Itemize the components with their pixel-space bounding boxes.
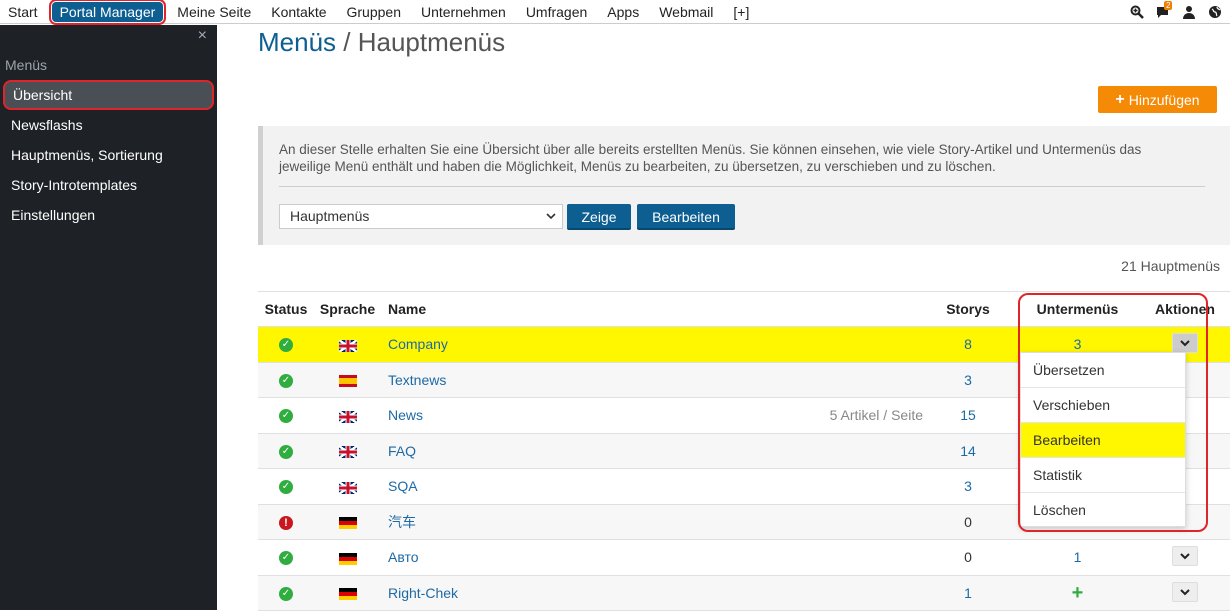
info-text: An dieser Stelle erhalten Sie eine Übers…	[279, 141, 1179, 175]
sidebar-item-hauptmenues-sortierung[interactable]: Hauptmenüs, Sortierung	[0, 140, 217, 170]
storys-count-link[interactable]: 8	[921, 336, 1015, 352]
menu-item-uebersetzen[interactable]: Übersetzen	[1021, 353, 1185, 388]
header-language: Sprache	[314, 301, 381, 317]
flag-gb-icon	[339, 446, 357, 458]
flag-de-icon	[339, 553, 357, 565]
menu-name-link[interactable]: News	[388, 407, 423, 423]
menu-item-loeschen[interactable]: Löschen	[1021, 493, 1185, 528]
add-button-label: Hinzufügen	[1129, 92, 1200, 108]
menu-item-statistik[interactable]: Statistik	[1021, 458, 1185, 493]
menu-name-link[interactable]: Авто	[381, 549, 921, 565]
sidebar-item-uebersicht[interactable]: Übersicht	[3, 80, 214, 110]
breadcrumb-separator: /	[336, 27, 358, 57]
status-ok-icon: ✓	[279, 338, 293, 352]
nav-kontakte[interactable]: Kontakte	[261, 0, 336, 24]
sidebar: × Menüs Übersicht Newsflashs Hauptmenüs,…	[0, 25, 217, 610]
submenus-count-link[interactable]: 3	[1015, 336, 1140, 352]
nav-gruppen[interactable]: Gruppen	[337, 0, 411, 24]
menu-name-link[interactable]: Company	[381, 336, 921, 352]
status-ok-icon: ✓	[279, 587, 293, 601]
table-row: ✓ Right-Chek 1 +	[258, 576, 1230, 611]
storys-count-link[interactable]: 15	[921, 407, 1015, 423]
status-ok-icon: ✓	[279, 445, 293, 459]
menu-item-bearbeiten[interactable]: Bearbeiten	[1021, 423, 1185, 458]
nav-unternehmen[interactable]: Unternehmen	[411, 0, 516, 24]
add-submenu-plus-icon[interactable]: +	[1072, 582, 1084, 604]
nav-apps[interactable]: Apps	[597, 0, 649, 24]
menu-name-link[interactable]: Right-Chek	[381, 585, 921, 601]
status-ok-icon: ✓	[279, 374, 293, 388]
menu-name-cell: News 5 Artikel / Seite	[381, 407, 921, 423]
nav-more[interactable]: [+]	[723, 0, 759, 24]
user-icon[interactable]	[1182, 5, 1196, 19]
menu-note: 5 Artikel / Seite	[830, 407, 923, 423]
top-navigation-bar: Start Portal Manager Meine Seite Kontakt…	[0, 0, 1230, 24]
show-button[interactable]: Zeige	[567, 204, 631, 230]
nav-webmail[interactable]: Webmail	[649, 0, 723, 24]
close-icon[interactable]: ×	[198, 27, 207, 45]
add-button[interactable]: + Hinzufügen	[1098, 86, 1217, 113]
sidebar-menu: Übersicht Newsflashs Hauptmenüs, Sortier…	[0, 80, 217, 230]
storys-count: 0	[921, 549, 1015, 565]
plus-icon: +	[1115, 93, 1124, 107]
breadcrumb-current: Hauptmenüs	[358, 27, 505, 57]
flag-es-icon	[339, 375, 357, 387]
top-icons: 2	[1130, 0, 1222, 24]
search-zoom-icon[interactable]	[1130, 5, 1144, 19]
sidebar-item-newsflashs[interactable]: Newsflashs	[0, 110, 217, 140]
edit-button[interactable]: Bearbeiten	[637, 204, 735, 230]
header-submenus: Untermenüs	[1015, 301, 1140, 317]
header-status: Status	[258, 301, 314, 317]
status-error-icon: !	[279, 516, 293, 530]
menu-name-link[interactable]: SQA	[381, 478, 921, 494]
sidebar-item-einstellungen[interactable]: Einstellungen	[0, 200, 217, 230]
storys-count-link[interactable]: 3	[921, 478, 1015, 494]
storys-count-link[interactable]: 14	[921, 443, 1015, 459]
status-ok-icon: ✓	[279, 551, 293, 565]
sidebar-item-story-introtemplates[interactable]: Story-Introtemplates	[0, 170, 217, 200]
submenus-count-link[interactable]: 1	[1015, 549, 1140, 565]
notification-badge: 2	[1164, 1, 1172, 10]
menu-name-link[interactable]: 汽车	[381, 512, 921, 532]
info-divider	[279, 186, 1205, 187]
storys-count-link[interactable]: 3	[921, 372, 1015, 388]
nav-portal-manager[interactable]: Portal Manager	[52, 2, 164, 22]
status-ok-icon: ✓	[279, 480, 293, 494]
menu-type-select[interactable]: Hauptmenüs	[279, 204, 563, 229]
actions-chevron-button[interactable]	[1172, 546, 1198, 566]
header-storys: Storys	[921, 301, 1015, 317]
menu-type-select-value: Hauptmenüs	[290, 208, 369, 224]
top-nav: Start Portal Manager Meine Seite Kontakt…	[0, 0, 759, 24]
page-title: Menüs / Hauptmenüs	[258, 27, 505, 58]
nav-umfragen[interactable]: Umfragen	[516, 0, 597, 24]
actions-chevron-button[interactable]	[1172, 582, 1198, 602]
storys-count: 0	[921, 514, 1015, 530]
table-row: ✓ Авто 0 1	[258, 540, 1230, 576]
actions-dropdown-menu: Übersetzen Verschieben Bearbeiten Statis…	[1020, 352, 1186, 527]
menu-name-link[interactable]: Textnews	[381, 372, 921, 388]
chevron-down-icon	[546, 205, 556, 237]
flag-de-icon	[339, 588, 357, 600]
menu-item-verschieben[interactable]: Verschieben	[1021, 388, 1185, 423]
menu-count: 21 Hauptmenüs	[1121, 258, 1220, 274]
menu-name-link[interactable]: FAQ	[381, 443, 921, 459]
flag-de-icon	[339, 517, 357, 529]
table-header: Status Sprache Name Storys Untermenüs Ak…	[258, 291, 1230, 327]
nav-meine-seite[interactable]: Meine Seite	[167, 0, 261, 24]
header-name: Name	[381, 301, 921, 317]
breadcrumb-menues[interactable]: Menüs	[258, 27, 336, 57]
nav-start[interactable]: Start	[0, 0, 48, 24]
flag-gb-icon	[339, 482, 357, 494]
chat-icon[interactable]: 2	[1156, 5, 1170, 19]
globe-icon[interactable]	[1208, 5, 1222, 19]
info-box: An dieser Stelle erhalten Sie eine Übers…	[258, 126, 1230, 245]
storys-count-link[interactable]: 1	[921, 585, 1015, 601]
actions-chevron-button[interactable]	[1172, 333, 1198, 353]
status-ok-icon: ✓	[279, 409, 293, 423]
flag-gb-icon	[339, 411, 357, 423]
sidebar-section-title: Menüs	[5, 57, 47, 73]
flag-gb-icon	[339, 340, 357, 352]
header-actions: Aktionen	[1140, 301, 1230, 317]
